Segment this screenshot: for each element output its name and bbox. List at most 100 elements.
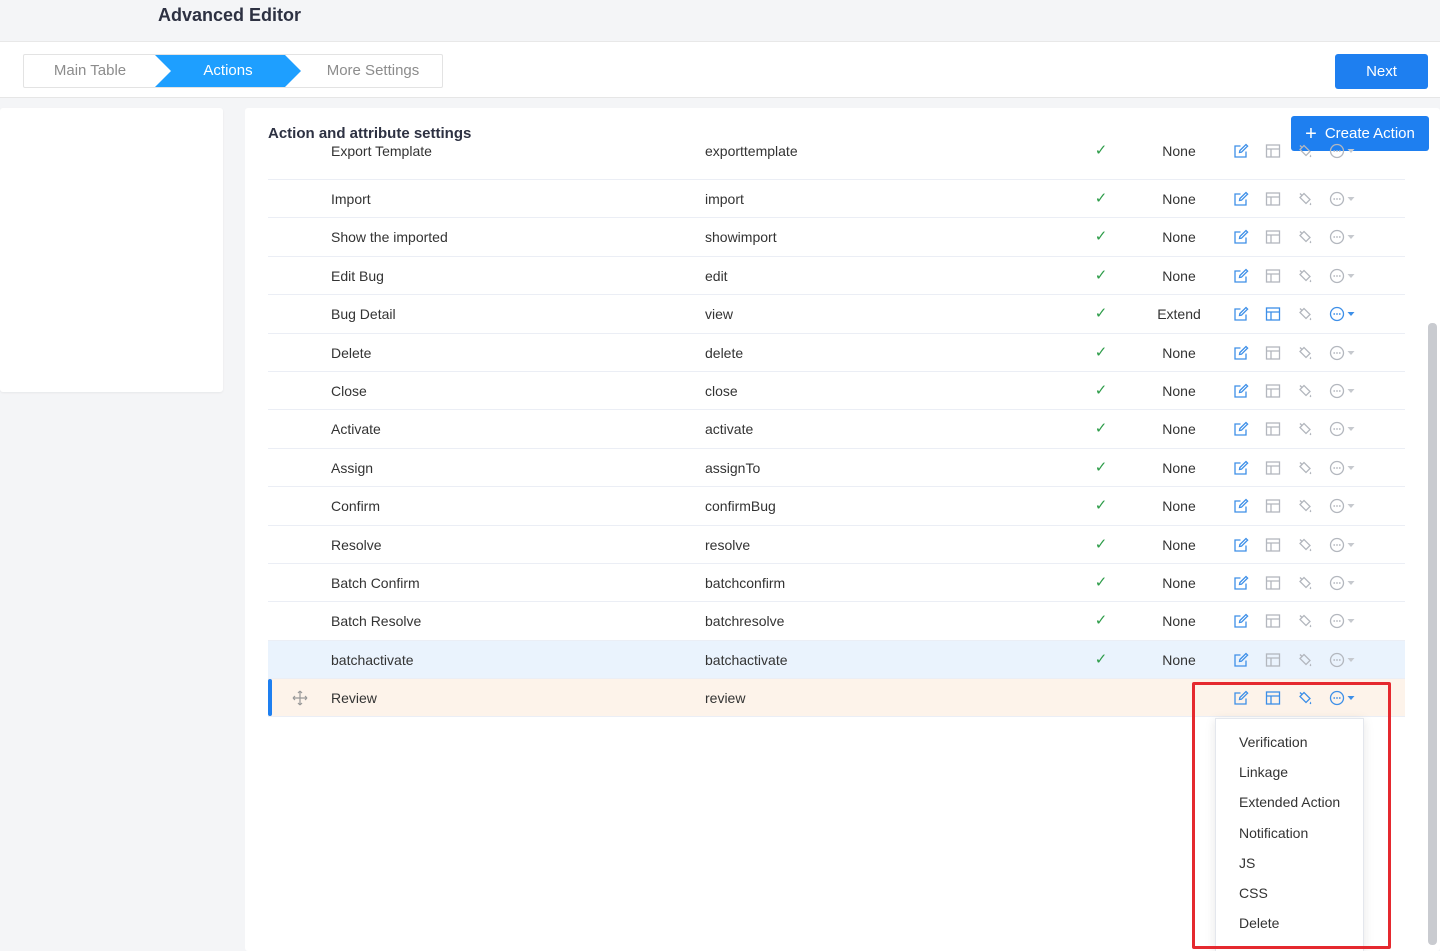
chevron-down-icon — [1347, 426, 1355, 432]
more-icon[interactable] — [1329, 537, 1357, 553]
table-row[interactable]: Show the imported showimport ✓ None — [268, 218, 1405, 257]
paint-bucket-icon[interactable] — [1297, 306, 1329, 322]
edit-icon[interactable] — [1233, 345, 1265, 361]
dropdown-item-delete[interactable]: Delete — [1216, 908, 1363, 938]
dropdown-item-notification[interactable]: Notification — [1216, 818, 1363, 848]
more-icon[interactable] — [1329, 383, 1357, 399]
extend-type: None — [1162, 344, 1196, 361]
paint-bucket-icon[interactable] — [1297, 460, 1329, 476]
paint-bucket-icon[interactable] — [1297, 652, 1329, 668]
layout-icon[interactable] — [1265, 690, 1297, 706]
paint-bucket-icon[interactable] — [1297, 143, 1329, 159]
edit-icon[interactable] — [1233, 268, 1265, 284]
more-icon[interactable] — [1329, 690, 1357, 706]
layout-icon[interactable] — [1265, 191, 1297, 207]
more-icon[interactable] — [1329, 191, 1357, 207]
edit-icon[interactable] — [1233, 690, 1265, 706]
row-operations — [1233, 613, 1357, 629]
layout-icon[interactable] — [1265, 345, 1297, 361]
extend-type: None — [1162, 421, 1196, 438]
edit-icon[interactable] — [1233, 575, 1265, 591]
layout-icon[interactable] — [1265, 421, 1297, 437]
table-row[interactable]: Confirm confirmBug ✓ None — [268, 487, 1405, 526]
table-row[interactable]: Edit Bug edit ✓ None — [268, 257, 1405, 296]
more-icon[interactable] — [1329, 613, 1357, 629]
table-row[interactable]: batchactivate batchactivate ✓ None — [268, 640, 1405, 680]
more-icon[interactable] — [1329, 421, 1357, 437]
more-icon[interactable] — [1329, 229, 1357, 245]
edit-icon[interactable] — [1233, 421, 1265, 437]
more-icon[interactable] — [1329, 575, 1357, 591]
dropdown-item-verification[interactable]: Verification — [1216, 727, 1363, 757]
more-icon[interactable] — [1329, 460, 1357, 476]
more-icon[interactable] — [1329, 345, 1357, 361]
chevron-down-icon — [1347, 657, 1355, 663]
more-icon[interactable] — [1329, 268, 1357, 284]
vertical-scrollbar[interactable] — [1428, 323, 1437, 945]
edit-icon[interactable] — [1233, 143, 1265, 159]
edit-icon[interactable] — [1233, 537, 1265, 553]
layout-icon[interactable] — [1265, 537, 1297, 553]
paint-bucket-icon[interactable] — [1297, 191, 1329, 207]
paint-bucket-icon[interactable] — [1297, 383, 1329, 399]
table-row[interactable]: Assign assignTo ✓ None — [268, 449, 1405, 488]
layout-icon[interactable] — [1265, 498, 1297, 514]
step-main-table[interactable]: Main Table — [24, 55, 156, 87]
edit-icon[interactable] — [1233, 229, 1265, 245]
layout-icon[interactable] — [1265, 143, 1297, 159]
layout-icon[interactable] — [1265, 306, 1297, 322]
table-row[interactable]: Batch Resolve batchresolve ✓ None — [268, 602, 1405, 641]
paint-bucket-icon[interactable] — [1297, 345, 1329, 361]
table-row[interactable]: Resolve resolve ✓ None — [268, 526, 1405, 564]
extend-type: None — [1162, 498, 1196, 515]
more-icon[interactable] — [1329, 498, 1357, 514]
more-icon[interactable] — [1329, 652, 1357, 668]
drag-move-icon[interactable] — [292, 690, 308, 706]
paint-bucket-icon[interactable] — [1297, 575, 1329, 591]
edit-icon[interactable] — [1233, 460, 1265, 476]
paint-bucket-icon[interactable] — [1297, 268, 1329, 284]
layout-icon[interactable] — [1265, 383, 1297, 399]
table-row[interactable]: Delete delete ✓ None — [268, 334, 1405, 372]
layout-icon[interactable] — [1265, 575, 1297, 591]
table-row[interactable]: Close close ✓ None — [268, 372, 1405, 411]
more-icon[interactable] — [1329, 143, 1357, 159]
edit-icon[interactable] — [1233, 613, 1265, 629]
layout-icon[interactable] — [1265, 268, 1297, 284]
edit-icon[interactable] — [1233, 306, 1265, 322]
dropdown-item-js[interactable]: JS — [1216, 848, 1363, 878]
table-row[interactable]: Activate activate ✓ None — [268, 410, 1405, 449]
paint-bucket-icon[interactable] — [1297, 537, 1329, 553]
action-name: Batch Confirm — [331, 574, 420, 591]
layout-icon[interactable] — [1265, 652, 1297, 668]
edit-icon[interactable] — [1233, 191, 1265, 207]
action-name: Confirm — [331, 498, 381, 515]
table-row[interactable]: Batch Confirm batchconfirm ✓ None — [268, 564, 1405, 603]
paint-bucket-icon[interactable] — [1297, 498, 1329, 514]
dropdown-item-css[interactable]: CSS — [1216, 878, 1363, 908]
edit-icon[interactable] — [1233, 652, 1265, 668]
paint-bucket-icon[interactable] — [1297, 421, 1329, 437]
more-icon[interactable] — [1329, 306, 1357, 322]
paint-bucket-icon[interactable] — [1297, 690, 1329, 706]
edit-icon[interactable] — [1233, 383, 1265, 399]
check-icon: ✓ — [1094, 381, 1108, 399]
table-row[interactable]: Import import ✓ None — [268, 180, 1405, 219]
paint-bucket-icon[interactable] — [1297, 613, 1329, 629]
action-code: batchconfirm — [705, 574, 786, 591]
action-name: Export Template — [331, 143, 432, 159]
dropdown-item-extended-action[interactable]: Extended Action — [1216, 787, 1363, 817]
layout-icon[interactable] — [1265, 613, 1297, 629]
paint-bucket-icon[interactable] — [1297, 229, 1329, 245]
dropdown-item-linkage[interactable]: Linkage — [1216, 757, 1363, 787]
edit-icon[interactable] — [1233, 498, 1265, 514]
table-row[interactable]: Export Template exporttemplate ✓ None — [268, 142, 1405, 180]
layout-icon[interactable] — [1265, 460, 1297, 476]
table-row[interactable]: Review review — [268, 679, 1405, 718]
table-row[interactable]: Bug Detail view ✓ Extend — [268, 295, 1405, 334]
step-actions[interactable]: Actions — [155, 55, 301, 87]
next-button[interactable]: Next — [1335, 54, 1428, 89]
check-icon: ✓ — [1094, 458, 1108, 476]
layout-icon[interactable] — [1265, 229, 1297, 245]
step-more-settings[interactable]: More Settings — [294, 55, 452, 87]
